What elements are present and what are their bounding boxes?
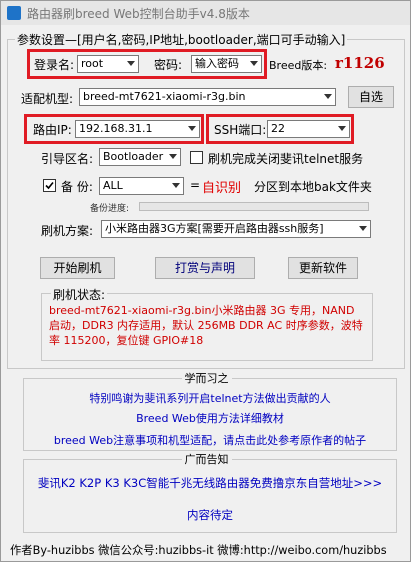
status-text: breed-mt7621-xiaomi-r3g.bin小米路由器 3G 专用，N… (49, 304, 363, 347)
reward-button[interactable]: 打赏与声明 (155, 257, 255, 279)
user-value: root (81, 57, 104, 70)
password-value: 输入密码 (195, 57, 239, 70)
ad-placeholder: 内容待定 (187, 508, 233, 522)
chevron-down-icon (324, 94, 332, 99)
backup-auto: 自识别 (202, 181, 242, 196)
backup-checkbox[interactable] (43, 179, 56, 192)
ssh-select[interactable]: 22 (267, 120, 350, 138)
ip-value: 192.168.31.1 (79, 122, 153, 135)
app-window: 路由器刷breed Web控制台助手v4.8版本 参数设置—[用户名,密码,IP… (0, 0, 411, 562)
study-title: 学而习之 (181, 372, 232, 385)
backup-equals: = (190, 178, 201, 192)
ssh-label: SSH端口: (214, 123, 267, 137)
telnet-label: 刷机完成关闭斐讯telnet服务 (208, 152, 364, 166)
check-icon (45, 181, 54, 190)
user-select[interactable]: root (77, 55, 139, 73)
ip-label: 路由IP: (33, 123, 72, 137)
ssh-value: 22 (271, 122, 285, 135)
chevron-down-icon (338, 126, 346, 131)
boot-label: 引导区名: (41, 152, 94, 166)
breed-version-label: Breed版本: (269, 59, 328, 72)
backup-label: 备 份: (61, 180, 93, 194)
password-label: 密码: (154, 58, 183, 72)
footer-author: 作者By-huzibbs 微信公众号:huzibbs-it 微博:http://… (10, 544, 387, 557)
plan-value: 小米路由器3G方案[需要开启路由器ssh服务] (105, 222, 324, 235)
update-software-button[interactable]: 更新软件 (288, 257, 358, 279)
window-title: 路由器刷breed Web控制台助手v4.8版本 (27, 7, 250, 21)
ads-title-wrap: 广而告知 (1, 451, 411, 467)
user-label: 登录名: (34, 58, 75, 72)
start-flash-button[interactable]: 开始刷机 (40, 257, 115, 279)
model-select[interactable]: breed-mt7621-xiaomi-r3g.bin (79, 88, 336, 106)
model-label: 适配机型: (21, 92, 74, 106)
backup-progress-bar (139, 202, 369, 211)
plan-label: 刷机方案: (41, 224, 94, 238)
model-value: breed-mt7621-xiaomi-r3g.bin (83, 90, 246, 103)
ip-select[interactable]: 192.168.31.1 (75, 120, 200, 138)
backup-partition: 分区到本地bak文件夹 (254, 180, 372, 194)
chevron-down-icon (250, 61, 258, 66)
backup-progress-label: 备份进度: (90, 204, 130, 214)
app-icon (7, 6, 21, 20)
study-title-wrap: 学而习之 (1, 370, 411, 386)
custom-select-button[interactable]: 自选 (348, 86, 394, 108)
chevron-down-icon (127, 61, 135, 66)
jd-promo-link[interactable]: 斐讯K2 K2P K3 K3C智能千兆无线路由器免费撸京东自营地址>>> (23, 475, 397, 491)
plan-select[interactable]: 小米路由器3G方案[需要开启路由器ssh服务] (101, 220, 371, 238)
breed-version-value: r1126 (335, 54, 385, 72)
author-post-link[interactable]: breed Web注意事项和机型适配，请点击此处参考原作者的帖子 (23, 432, 397, 448)
title-bar: 路由器刷breed Web控制台助手v4.8版本 (1, 1, 410, 25)
boot-select[interactable]: Bootloader (99, 148, 181, 166)
chevron-down-icon (359, 226, 367, 231)
chevron-down-icon (172, 183, 180, 188)
ads-title: 广而告知 (181, 453, 232, 466)
backup-value: ALL (103, 179, 123, 192)
thanks-link[interactable]: 特别鸣谢为斐讯系列开启telnet方法做出贡献的人 (23, 390, 397, 406)
telnet-checkbox[interactable] (190, 151, 203, 164)
chevron-down-icon (169, 154, 177, 159)
chevron-down-icon (188, 126, 196, 131)
tutorial-link[interactable]: Breed Web使用方法详细教材 (23, 410, 397, 426)
backup-select[interactable]: ALL (99, 177, 184, 195)
params-legend: 参数设置—[用户名,密码,IP地址,bootloader,端口可手动输入] (15, 31, 348, 48)
status-label: 刷机状态: (51, 286, 108, 303)
boot-value: Bootloader (103, 150, 164, 163)
password-select[interactable]: 输入密码 (191, 55, 262, 73)
